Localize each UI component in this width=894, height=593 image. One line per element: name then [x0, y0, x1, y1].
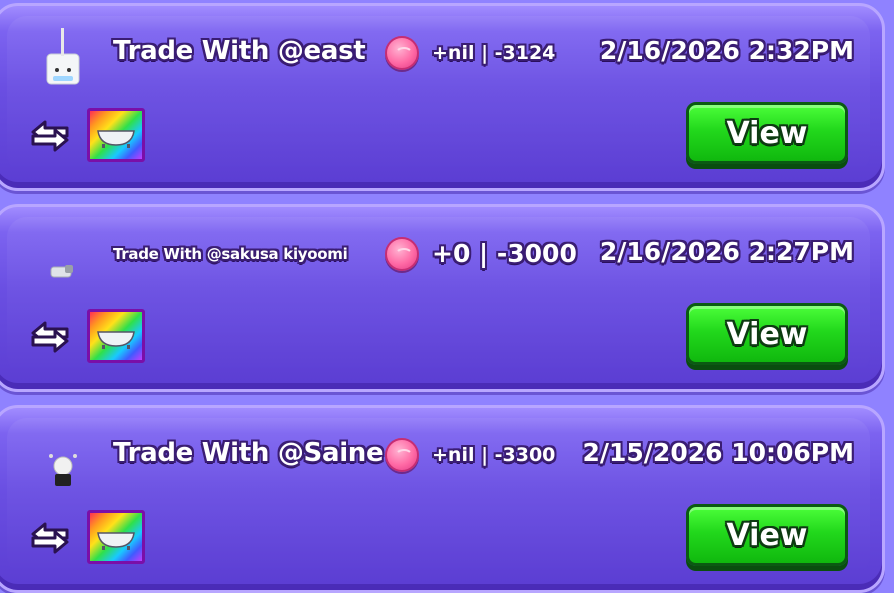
- trade-amount: +0 | -3000: [432, 239, 577, 268]
- coin-icon: [385, 438, 419, 472]
- trade-card: Trade With @east +nil | -3124 2/16/2026 …: [0, 3, 885, 191]
- bathtub-icon: [97, 532, 135, 550]
- trade-amount: +nil | -3124: [432, 42, 556, 64]
- view-button-label: View: [726, 316, 808, 352]
- trade-timestamp: 2/15/2026 10:06PM: [582, 438, 854, 467]
- swap-arrows-icon: [31, 120, 69, 152]
- trade-card: Trade With @sakusa kiyoomi +0 | -3000 2/…: [0, 204, 885, 392]
- trade-amount: +nil | -3300: [432, 444, 556, 466]
- avatar-icon: [50, 265, 73, 278]
- view-button[interactable]: View: [686, 102, 848, 164]
- view-button-label: View: [726, 517, 808, 553]
- bathtub-icon: [97, 331, 135, 349]
- trade-title: Trade With @Saine: [113, 438, 384, 468]
- trade-title: Trade With @sakusa kiyoomi: [113, 245, 348, 263]
- rainbow-bathtub-item-icon[interactable]: [87, 309, 145, 363]
- trade-timestamp: 2/16/2026 2:27PM: [599, 237, 854, 266]
- view-button[interactable]: View: [686, 504, 848, 566]
- avatar-icon: [49, 454, 77, 486]
- avatar-icon: [46, 28, 80, 85]
- trade-title: Trade With @east: [113, 36, 366, 66]
- rainbow-bathtub-item-icon[interactable]: [87, 108, 145, 162]
- coin-icon: [385, 237, 419, 271]
- view-button[interactable]: View: [686, 303, 848, 365]
- view-button-label: View: [726, 115, 808, 151]
- bathtub-icon: [97, 130, 135, 148]
- swap-arrows-icon: [31, 522, 69, 554]
- coin-icon: [385, 36, 419, 70]
- trade-timestamp: 2/16/2026 2:32PM: [599, 36, 854, 65]
- rainbow-bathtub-item-icon[interactable]: [87, 510, 145, 564]
- swap-arrows-icon: [31, 321, 69, 353]
- trade-card: Trade With @Saine +nil | -3300 2/15/2026…: [0, 405, 885, 593]
